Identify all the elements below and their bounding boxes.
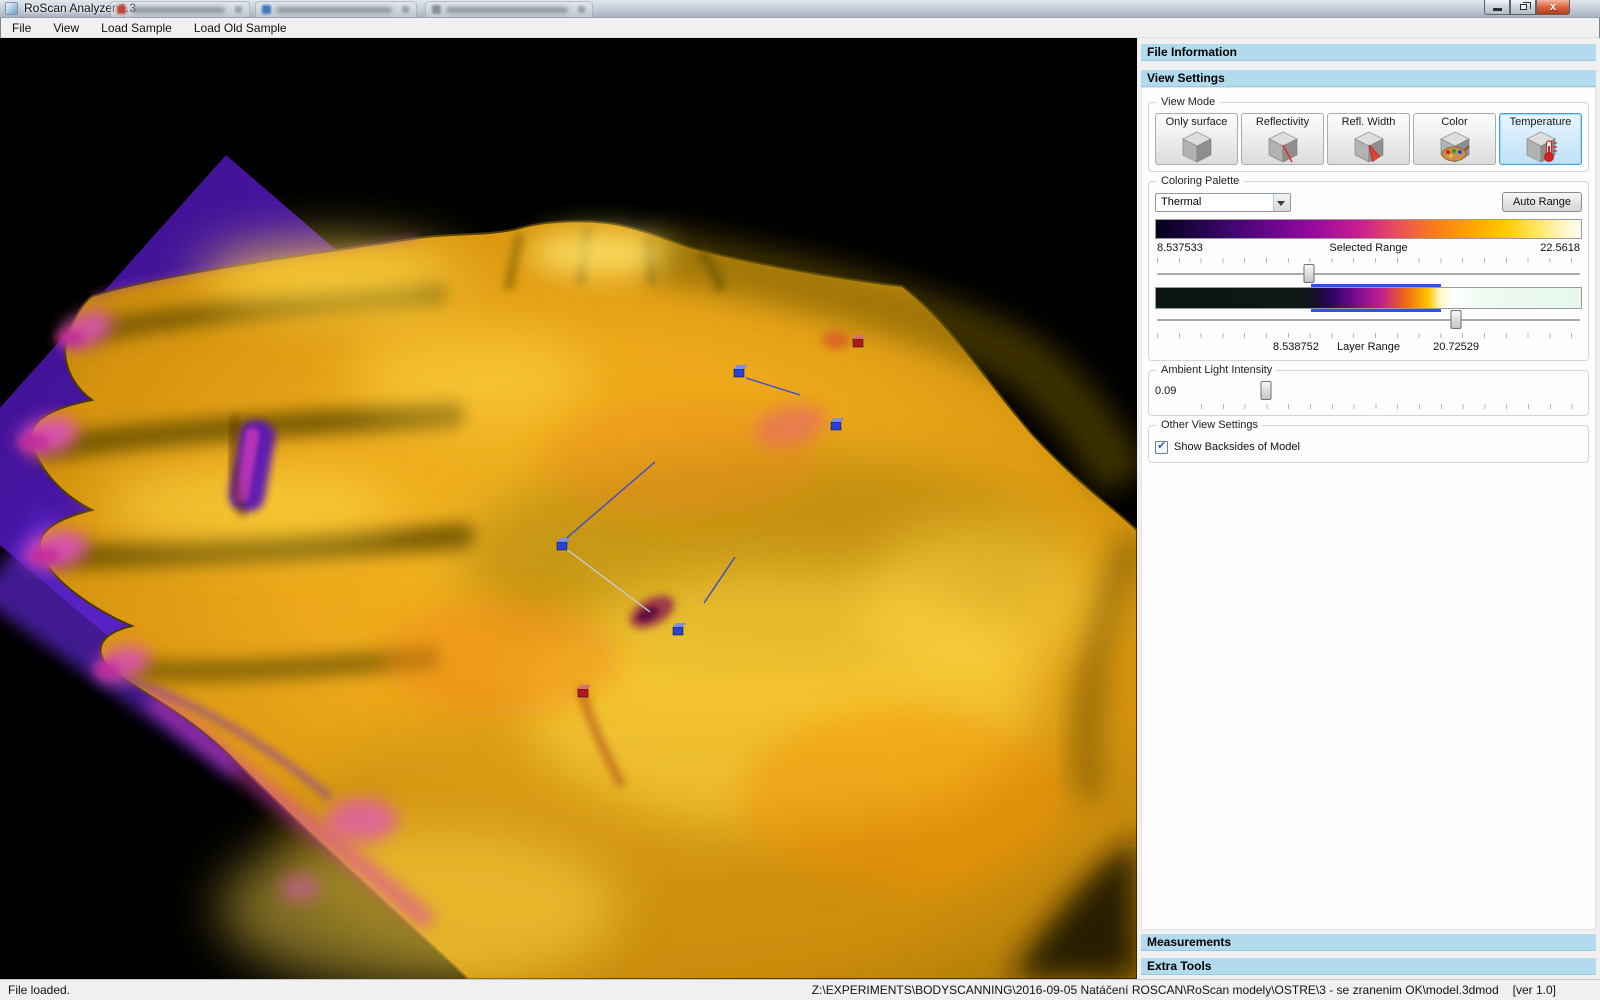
app-window: RoScan Analyzer 1.3 x File View Load Sam… (0, 0, 1600, 1000)
app-icon (5, 2, 18, 15)
layer-range-slider[interactable] (1155, 310, 1582, 330)
status-bar: File loaded. Z:\EXPERIMENTS\BODYSCANNING… (0, 979, 1600, 1000)
section-extra-tools[interactable]: Extra Tools (1141, 958, 1596, 975)
tab-title-blur (276, 7, 392, 13)
selected-range-caption: Selected Range (1329, 242, 1407, 254)
tab-close-icon[interactable] (578, 6, 585, 13)
restore-button[interactable] (1510, 0, 1536, 15)
palette-dropdown-value: Thermal (1161, 196, 1201, 208)
tab-favicon (262, 5, 271, 14)
ambient-light-slider-thumb[interactable] (1260, 381, 1271, 400)
view-mode-only-surface[interactable]: Only surface (1155, 113, 1238, 165)
slider-ticks (1157, 333, 1580, 338)
ambient-light-group: Ambient Light Intensity 0.09 (1148, 370, 1589, 416)
view-mode-color[interactable]: Color (1413, 113, 1496, 165)
section-measurements[interactable]: Measurements (1141, 934, 1596, 951)
close-button[interactable]: x (1536, 0, 1570, 15)
menu-view[interactable]: View (42, 18, 90, 38)
hand-3d-render (0, 38, 1137, 979)
layer-range-max: 20.72529 (1433, 341, 1479, 353)
section-view-settings[interactable]: View Settings (1141, 70, 1596, 87)
reflectivity-ray-icon (1263, 129, 1303, 163)
title-bar[interactable]: RoScan Analyzer 1.3 x (0, 0, 1600, 18)
tab-title-blur (131, 7, 225, 13)
layer-range-slider-thumb[interactable] (1451, 310, 1462, 329)
palette-gradient-bar (1155, 219, 1582, 239)
cube-icon (1177, 129, 1217, 163)
selected-range-max: 22.5618 (1540, 242, 1580, 254)
tab-favicon (117, 5, 126, 14)
layer-range-labels: 8.538752 Layer Range 20.72529 (1155, 340, 1582, 354)
chevron-down-icon (1277, 201, 1285, 206)
coloring-palette-label: Coloring Palette (1157, 175, 1243, 187)
show-backsides-checkbox[interactable] (1155, 441, 1168, 454)
palette-icon (1435, 129, 1475, 163)
layer-range-caption: Layer Range (1337, 341, 1400, 353)
tab-close-icon[interactable] (402, 6, 409, 13)
section-file-information[interactable]: File Information (1141, 44, 1596, 61)
view-mode-group: View Mode Only surface Refl (1148, 102, 1589, 172)
close-icon: x (1537, 0, 1569, 14)
ambient-light-label: Ambient Light Intensity (1157, 364, 1276, 376)
status-file-path: Z:\EXPERIMENTS\BODYSCANNING\2016-09-05 N… (812, 983, 1556, 997)
view-mode-temperature[interactable]: Temperature (1499, 113, 1582, 165)
background-browser-tab[interactable] (110, 1, 250, 17)
tab-close-icon[interactable] (235, 6, 242, 13)
ambient-light-slider[interactable] (1201, 381, 1582, 401)
minimize-button[interactable] (1484, 0, 1510, 15)
view-mode-label: View Mode (1157, 96, 1219, 108)
thermometer-icon (1521, 129, 1561, 163)
background-browser-tab[interactable] (255, 1, 417, 17)
settings-panel: File Information View Settings View Mode… (1137, 38, 1600, 979)
restore-icon (1520, 4, 1527, 10)
coloring-palette-group: Coloring Palette Thermal Auto Range 8.53… (1148, 181, 1589, 361)
minimize-icon (1493, 8, 1502, 11)
menu-load-old-sample[interactable]: Load Old Sample (183, 18, 298, 38)
menu-load-sample[interactable]: Load Sample (90, 18, 183, 38)
layer-range-gradient-bar (1155, 287, 1582, 309)
3d-viewport[interactable] (0, 38, 1137, 979)
slider-track[interactable] (1157, 273, 1580, 275)
selected-range-slider[interactable] (1155, 264, 1582, 284)
menu-bar: File View Load Sample Load Old Sample (1, 18, 1599, 38)
slider-ticks (1157, 258, 1580, 263)
layer-range-selection (1311, 284, 1441, 312)
selected-range-slider-thumb[interactable] (1303, 264, 1314, 283)
slider-ticks (1201, 404, 1580, 409)
menu-file[interactable]: File (1, 18, 42, 38)
ambient-light-value: 0.09 (1155, 385, 1201, 397)
other-view-settings-group: Other View Settings Show Backsides of Mo… (1148, 425, 1589, 463)
slider-track[interactable] (1157, 319, 1580, 321)
palette-dropdown[interactable]: Thermal (1155, 193, 1291, 212)
selected-range-min: 8.537533 (1157, 242, 1203, 254)
other-view-settings-label: Other View Settings (1157, 419, 1262, 431)
selected-range-labels: 8.537533 Selected Range 22.5618 (1155, 241, 1582, 255)
view-mode-refl-width[interactable]: Refl. Width (1327, 113, 1410, 165)
view-settings-body: View Mode Only surface Refl (1141, 87, 1596, 930)
dropdown-button[interactable] (1273, 194, 1290, 211)
auto-range-button[interactable]: Auto Range (1502, 192, 1582, 212)
reflectivity-fan-icon (1349, 129, 1389, 163)
layer-range-min: 8.538752 (1273, 341, 1319, 353)
show-backsides-label: Show Backsides of Model (1174, 441, 1300, 453)
tab-title-blur (446, 7, 568, 13)
background-browser-tab[interactable] (425, 1, 593, 17)
view-mode-reflectivity[interactable]: Reflectivity (1241, 113, 1324, 165)
status-message: File loaded. (8, 983, 70, 997)
tab-favicon (432, 5, 441, 14)
